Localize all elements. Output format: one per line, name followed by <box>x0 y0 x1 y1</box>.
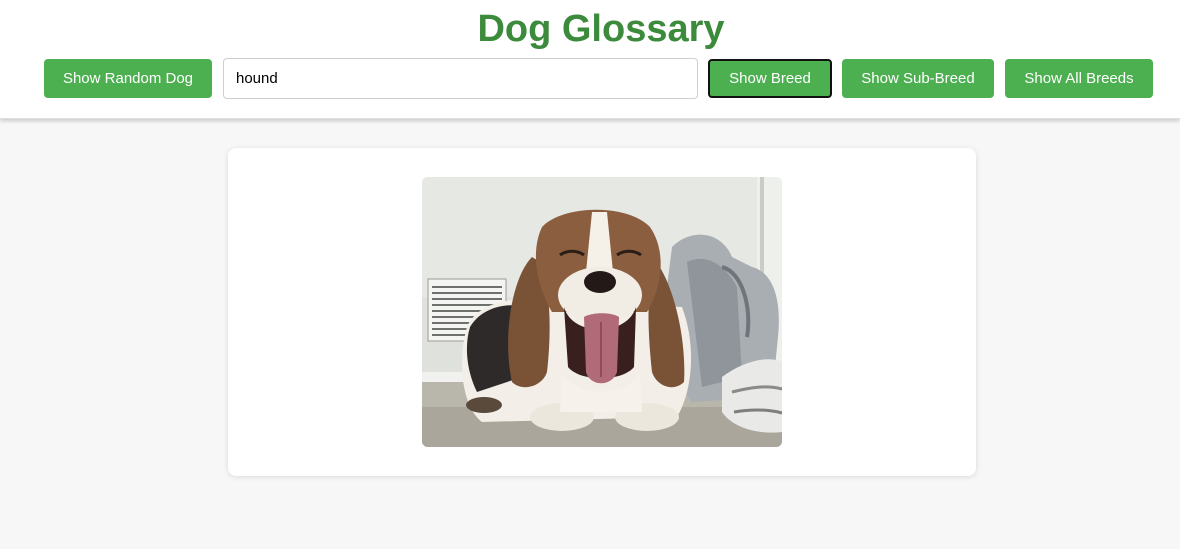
dog-image-card <box>228 148 976 476</box>
breed-search-input[interactable] <box>223 58 698 99</box>
dog-photo <box>422 177 782 447</box>
show-all-breeds-button[interactable]: Show All Breeds <box>1005 59 1153 98</box>
page-title: Dog Glossary <box>477 8 725 50</box>
show-breed-button[interactable]: Show Breed <box>708 59 832 98</box>
app-header: Dog Glossary Show Random Dog Show Breed … <box>0 0 1180 119</box>
show-sub-breed-button[interactable]: Show Sub-Breed <box>842 59 994 98</box>
show-random-dog-button[interactable]: Show Random Dog <box>44 59 212 98</box>
